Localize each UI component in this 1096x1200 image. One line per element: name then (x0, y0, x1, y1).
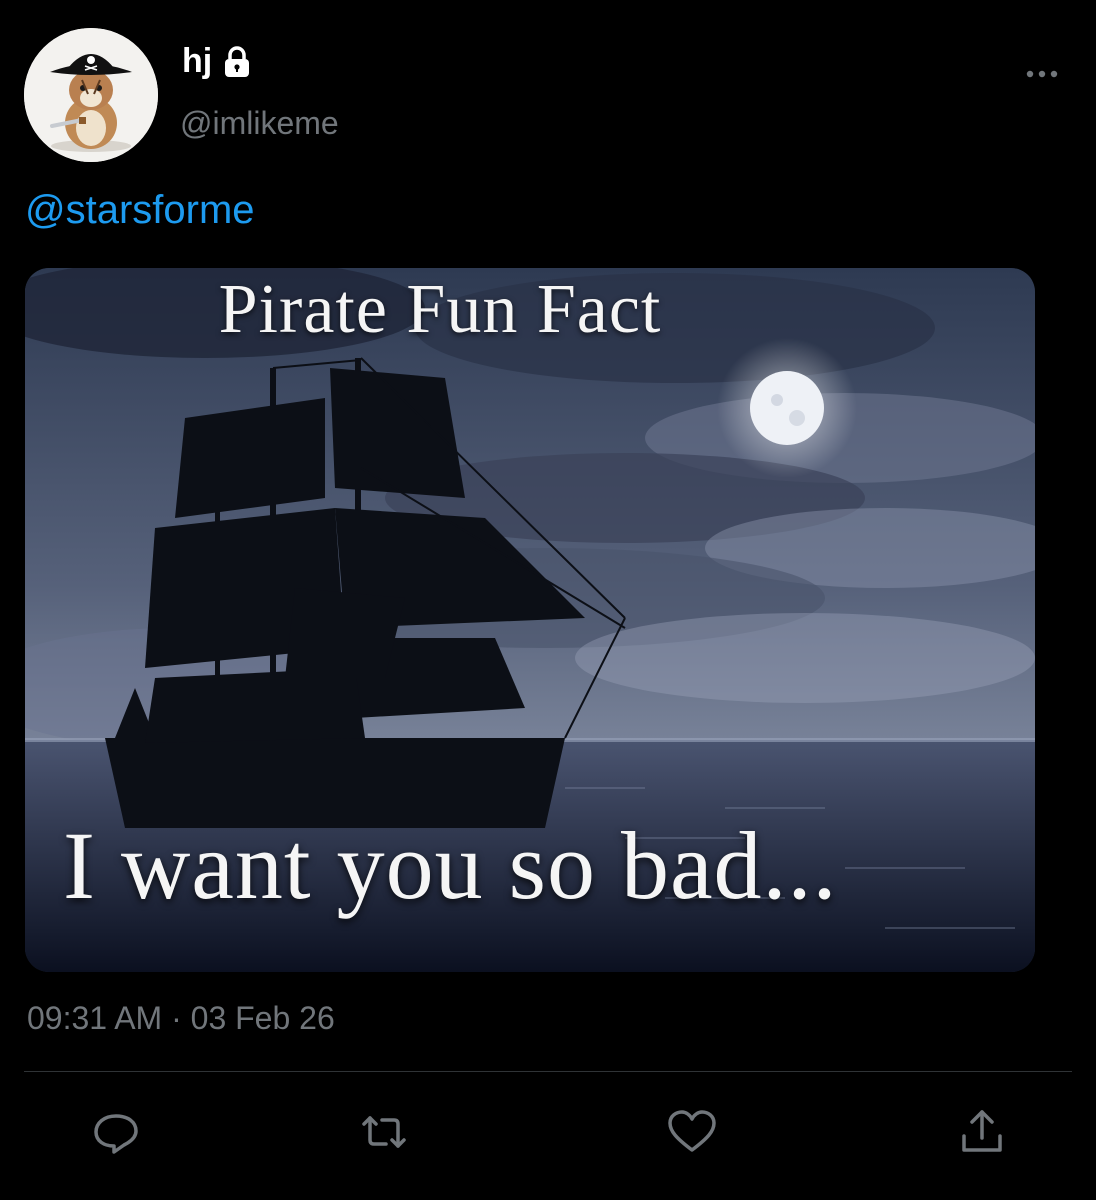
meme-bottom-caption: I want you so bad... (63, 812, 838, 919)
share-icon (962, 1110, 1002, 1152)
mention-link[interactable]: @starsforme (25, 188, 255, 233)
tweet-action-bar (0, 1104, 1096, 1160)
chipmunk-pirate-avatar (24, 28, 158, 162)
divider (24, 1071, 1072, 1072)
meme-top-caption: Pirate Fun Fact (218, 271, 662, 348)
retweet-button[interactable] (356, 1104, 412, 1160)
reply-icon (94, 1114, 138, 1154)
tweet-time: 09:31 AM (27, 1000, 163, 1036)
display-name[interactable]: hj (182, 42, 212, 81)
timestamp-separator: · (171, 1000, 182, 1036)
tweet-media-image[interactable]: Pirate Fun Fact I want you so bad... (25, 268, 1035, 972)
display-name-row[interactable]: hj (182, 42, 254, 81)
user-handle[interactable]: @imlikeme (180, 105, 339, 142)
tweet-timestamp[interactable]: 09:31 AM · 03 Feb 26 (27, 1000, 335, 1037)
reply-button[interactable] (88, 1104, 144, 1160)
like-icon (668, 1110, 716, 1152)
lock-icon (220, 45, 254, 79)
more-options-icon[interactable] (1022, 64, 1062, 84)
like-button[interactable] (664, 1104, 720, 1160)
tweet-date: 03 Feb 26 (190, 1000, 335, 1036)
share-button[interactable] (954, 1104, 1010, 1160)
avatar[interactable] (24, 28, 158, 162)
retweet-icon (362, 1116, 406, 1148)
